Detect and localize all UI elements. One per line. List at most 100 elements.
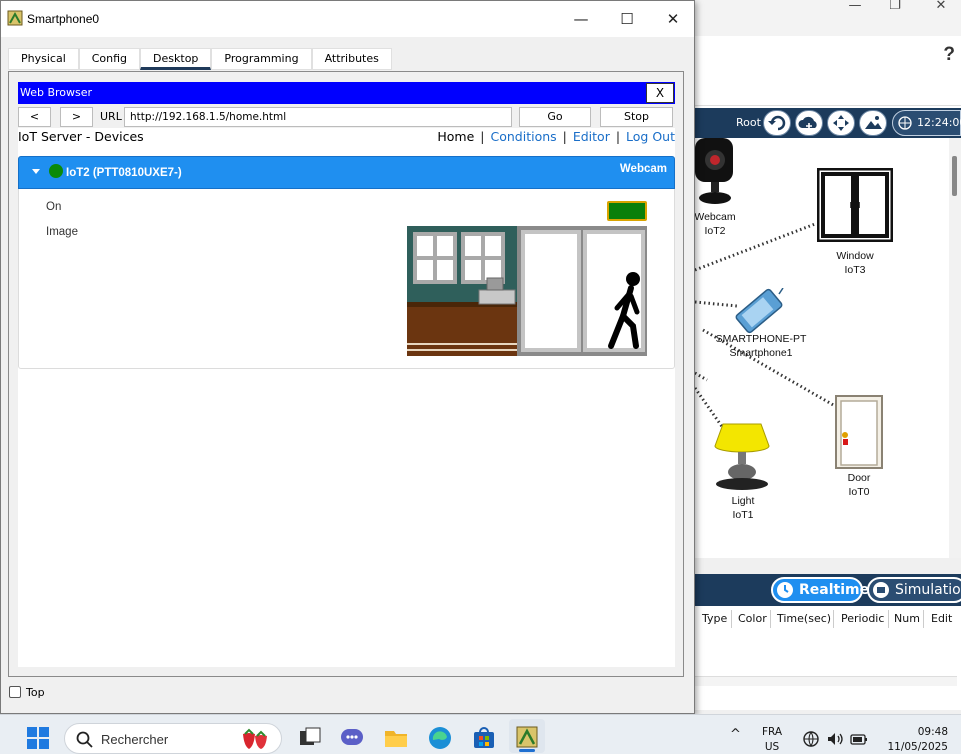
device-type: Webcam — [619, 163, 667, 175]
smartphone-dialog: Smartphone0 — ☐ ✕ Physical Config Deskto… — [0, 0, 695, 714]
device-name: Light — [731, 495, 755, 507]
device-id: IoT2 — [704, 225, 726, 237]
language-indicator[interactable]: FRA US — [762, 725, 782, 754]
device-header[interactable]: IoT2 (PTT0810UXE7-) Webcam — [18, 156, 675, 189]
dialog-titlebar[interactable]: Smartphone0 — ☐ ✕ — [1, 1, 694, 37]
on-toggle[interactable] — [607, 201, 647, 221]
keyboard-layout: US — [764, 741, 780, 753]
top-label: Top — [26, 686, 45, 699]
volume-icon[interactable] — [826, 730, 844, 748]
logical-workspace[interactable]: Webcam IoT2 Window IoT3 SMARTPHONE-PT Sm… — [694, 138, 949, 558]
scrollbar-thumb[interactable] — [952, 156, 957, 196]
on-label: On — [46, 201, 62, 213]
tab-config[interactable]: Config — [78, 48, 141, 70]
door-device-icon[interactable] — [835, 395, 883, 469]
taskbar-clock[interactable]: 09:48 11/05/2025 — [880, 725, 948, 754]
maximize-button[interactable]: ☐ — [605, 7, 649, 31]
globe-clock-icon — [898, 116, 912, 130]
root-label[interactable]: Root — [736, 116, 761, 129]
background-image-icon[interactable] — [859, 110, 887, 136]
realtime-mode-button[interactable]: Realtime — [771, 577, 869, 603]
event-column-header: Periodic — [841, 612, 885, 625]
go-button[interactable]: Go — [519, 107, 591, 127]
device-id: Smartphone1 — [729, 347, 793, 359]
device-label-window: Window IoT3 — [825, 249, 885, 277]
forward-button[interactable]: > — [60, 107, 93, 127]
dialog-title: Smartphone0 — [27, 12, 100, 26]
webcam-device-icon[interactable] — [695, 138, 739, 208]
window-device-icon[interactable] — [817, 168, 893, 242]
tab-desktop[interactable]: Desktop — [140, 48, 212, 70]
workspace-scrollbar[interactable] — [949, 138, 961, 568]
move-icon[interactable] — [827, 110, 855, 136]
task-view-icon[interactable] — [297, 725, 323, 751]
realtime-label: Realtime — [799, 582, 870, 598]
pt-minimize-button[interactable]: — — [835, 0, 875, 22]
close-button[interactable]: ✕ — [651, 7, 695, 31]
taskbar-search[interactable]: Rechercher — [64, 723, 282, 754]
store-icon[interactable] — [471, 725, 497, 751]
page-title: IoT Server - Devices — [18, 129, 144, 144]
device-id: IoT1 — [732, 509, 754, 521]
collapse-arrow-icon[interactable] — [32, 169, 40, 174]
network-icon[interactable] — [802, 730, 820, 748]
minimize-button[interactable]: — — [559, 7, 603, 31]
event-column-header: Time(sec) — [777, 612, 832, 625]
home-link[interactable]: Home — [437, 129, 474, 144]
file-explorer-icon[interactable] — [383, 725, 409, 751]
strawberry-icon — [243, 728, 267, 749]
top-checkbox[interactable] — [9, 686, 21, 698]
packet-tracer-window: — ❐ ✕ ? Root 12:24:00 — [694, 0, 961, 710]
active-indicator — [519, 749, 535, 752]
url-input[interactable]: http://192.168.1.5/home.html — [124, 107, 512, 127]
tab-programming[interactable]: Programming — [211, 48, 312, 70]
taskbar: Rechercher ^ FRA US 09:48 11/05/2025 — [0, 714, 961, 754]
link-separator: | — [615, 129, 621, 144]
chat-icon[interactable] — [339, 725, 365, 751]
workspace-gap — [695, 558, 961, 574]
event-column-header: Edit — [931, 612, 953, 625]
device-label-door: Door IoT0 — [835, 471, 883, 499]
back-button[interactable]: < — [18, 107, 51, 127]
clock-icon — [777, 582, 793, 598]
event-column-header: Num — [894, 612, 920, 625]
workspace-clock[interactable]: 12:24:00 — [892, 110, 961, 136]
page-nav: Home | Conditions | Editor | Log Out — [437, 129, 675, 144]
battery-icon[interactable] — [850, 730, 868, 748]
smartphone-device-icon[interactable] — [731, 288, 789, 334]
logout-link[interactable]: Log Out — [626, 129, 675, 144]
windows-start-icon[interactable] — [26, 726, 50, 750]
tab-physical[interactable]: Physical — [8, 48, 79, 70]
simulation-icon — [873, 582, 889, 598]
event-list-header: Type Color Time(sec) Periodic Num Edit — [695, 606, 961, 710]
edge-browser-icon[interactable] — [427, 725, 453, 751]
packet-tracer-icon — [516, 726, 538, 748]
pt-titlebar: — ❐ ✕ — [695, 0, 961, 36]
search-placeholder: Rechercher — [101, 732, 169, 747]
packet-tracer-taskbar-item[interactable] — [509, 719, 545, 753]
url-label: URL — [100, 110, 122, 123]
tab-attributes[interactable]: Attributes — [311, 48, 392, 70]
simulation-label: Simulation — [895, 582, 961, 598]
desktop-panel: Web Browser X < > URL http://192.168.1.5… — [8, 71, 684, 677]
browser-close-button[interactable]: X — [646, 83, 674, 103]
tray-chevron-icon[interactable]: ^ — [730, 727, 741, 742]
editor-link[interactable]: Editor — [573, 129, 610, 144]
back-arrow-icon[interactable] — [763, 110, 791, 136]
browser-page: IoT Server - Devices Home | Conditions |… — [18, 128, 675, 667]
event-list-scrollbar[interactable] — [695, 676, 957, 686]
pt-maximize-button[interactable]: ❐ — [875, 0, 915, 22]
stop-button[interactable]: Stop — [600, 107, 673, 127]
pt-close-button[interactable]: ✕ — [921, 0, 961, 22]
pt-toolbar: ? — [695, 36, 961, 106]
cloud-add-icon[interactable] — [795, 110, 823, 136]
help-icon[interactable]: ? — [943, 44, 955, 66]
lamp-device-icon[interactable] — [713, 422, 771, 492]
device-label-light: Light IoT1 — [719, 494, 767, 522]
event-column-header: Color — [738, 612, 767, 625]
link-separator: | — [562, 129, 567, 144]
simulation-mode-button[interactable]: Simulation — [867, 577, 961, 603]
conditions-link[interactable]: Conditions — [490, 129, 556, 144]
image-label: Image — [46, 226, 78, 238]
web-browser-titlebar: Web Browser X — [18, 82, 675, 104]
